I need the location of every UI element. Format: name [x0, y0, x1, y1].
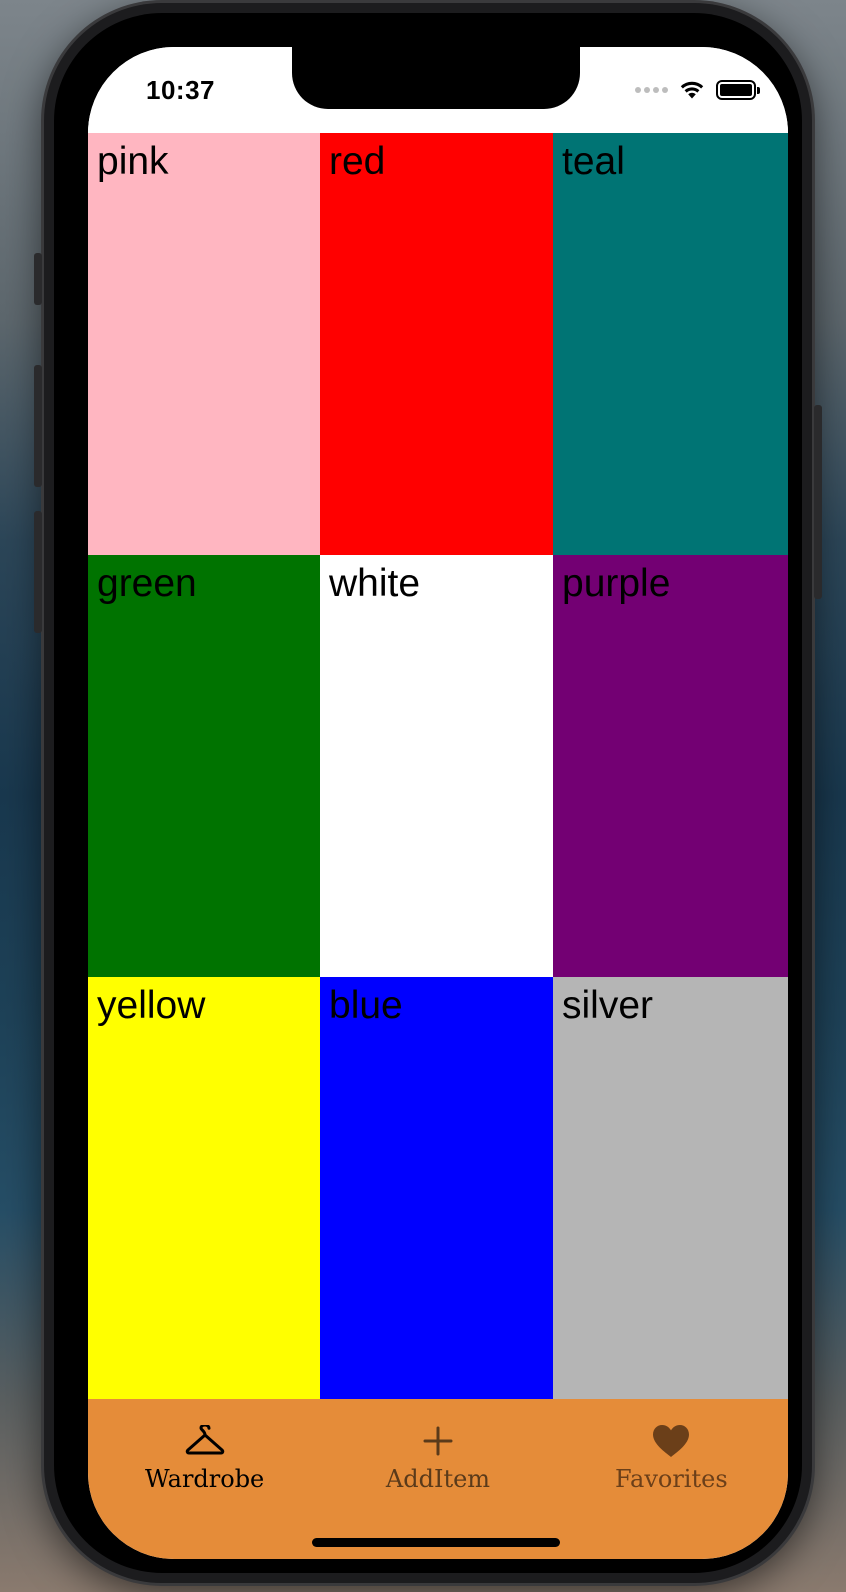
- color-tile-label: red: [329, 140, 386, 183]
- status-icons: [635, 77, 760, 103]
- cellular-signal-icon: [635, 87, 668, 93]
- phone-frame: 10:37 pink red teal green white purple y…: [34, 3, 822, 1583]
- bezel: 10:37 pink red teal green white purple y…: [54, 13, 802, 1573]
- color-tile-label: blue: [329, 984, 403, 1027]
- color-tile-label: silver: [562, 984, 654, 1027]
- color-tile-purple[interactable]: purple: [553, 555, 788, 977]
- tab-additem[interactable]: AddItem: [321, 1399, 554, 1559]
- power-button: [814, 405, 822, 599]
- heart-icon: [651, 1421, 691, 1461]
- color-tile-blue[interactable]: blue: [320, 977, 553, 1399]
- color-tile-label: pink: [97, 140, 169, 183]
- color-tile-label: green: [97, 562, 197, 605]
- wifi-icon: [680, 81, 704, 99]
- volume-up-button: [34, 365, 42, 487]
- notch: [292, 47, 580, 109]
- hanger-icon: [185, 1421, 225, 1461]
- color-tile-pink[interactable]: pink: [88, 133, 320, 555]
- color-tile-green[interactable]: green: [88, 555, 320, 977]
- home-indicator[interactable]: [312, 1538, 560, 1547]
- plus-icon: [418, 1421, 458, 1461]
- tab-label: Favorites: [614, 1465, 728, 1493]
- color-tile-label: yellow: [97, 984, 206, 1027]
- tab-wardrobe[interactable]: Wardrobe: [88, 1399, 321, 1559]
- color-tile-label: teal: [562, 140, 625, 183]
- battery-icon: [716, 80, 760, 100]
- color-tile-label: purple: [562, 562, 671, 605]
- tab-label: Wardrobe: [145, 1465, 265, 1493]
- tab-bar: Wardrobe AddItem Favorites: [88, 1399, 788, 1559]
- screen: 10:37 pink red teal green white purple y…: [88, 47, 788, 1559]
- tab-favorites[interactable]: Favorites: [555, 1399, 788, 1559]
- side-button: [34, 253, 42, 305]
- color-grid: pink red teal green white purple yellow …: [88, 133, 788, 1399]
- color-tile-teal[interactable]: teal: [553, 133, 788, 555]
- color-tile-white[interactable]: white: [320, 555, 553, 977]
- volume-down-button: [34, 511, 42, 633]
- color-tile-red[interactable]: red: [320, 133, 553, 555]
- color-tile-label: white: [329, 562, 421, 605]
- color-tile-yellow[interactable]: yellow: [88, 977, 320, 1399]
- status-time: 10:37: [146, 75, 215, 105]
- color-tile-silver[interactable]: silver: [553, 977, 788, 1399]
- status-bar: 10:37: [88, 47, 788, 133]
- tab-label: AddItem: [385, 1465, 491, 1493]
